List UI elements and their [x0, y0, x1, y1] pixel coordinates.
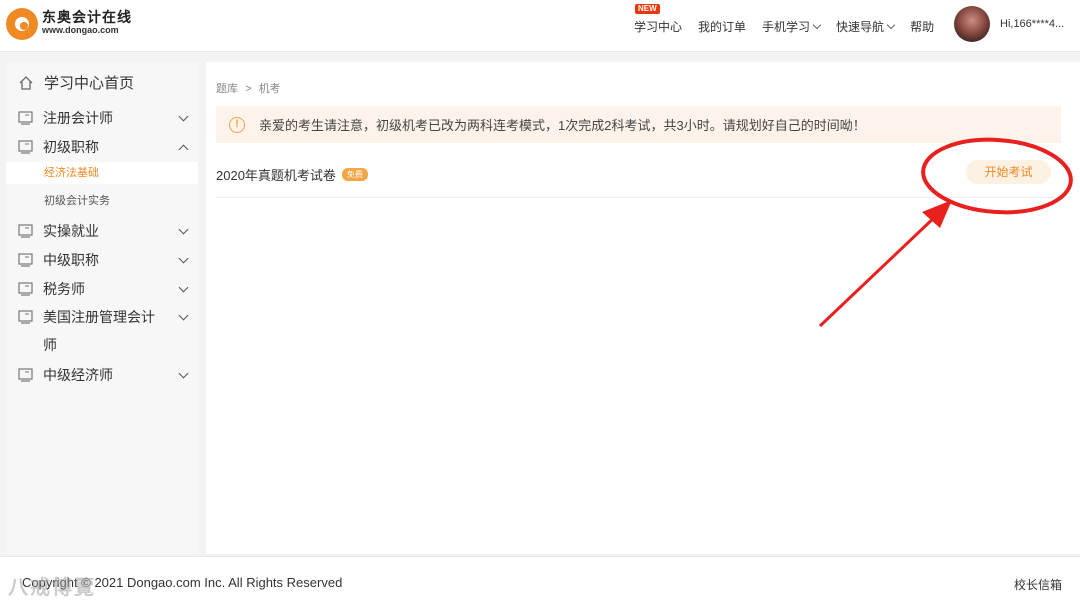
sidebar-subitem-economic-law[interactable]: 经济法基础: [6, 162, 198, 184]
free-badge: 免费: [341, 168, 368, 181]
logo-name: 东奥会计在线: [42, 9, 132, 25]
nav-study-center[interactable]: NEW 学习中心: [634, 4, 683, 35]
book-icon: [18, 310, 33, 324]
book-icon: [18, 282, 33, 296]
chevron-down-icon: [178, 253, 189, 263]
breadcrumb: 题库 > 机考: [216, 80, 285, 96]
book-icon: [18, 111, 33, 125]
principal-mailbox-link[interactable]: 校长信箱: [1014, 576, 1062, 593]
sidebar-item-tax-advisor[interactable]: 税务师: [18, 279, 193, 299]
sidebar-item-intermediate-title[interactable]: 中级职称: [18, 250, 193, 270]
sidebar-item-intermediate-economist[interactable]: 中级经济师: [18, 365, 193, 385]
main-content: 题库 > 机考 ! 亲爱的考生请注意，初级机考已改为两科连考模式，1次完成2科考…: [206, 62, 1080, 554]
book-icon: [18, 368, 33, 382]
sidebar-item-label: 初级职称: [43, 139, 99, 155]
chevron-down-icon: [178, 282, 189, 292]
nav-label: 我的订单: [698, 20, 747, 34]
home-icon: [19, 75, 33, 90]
nav-quick-navigation[interactable]: 快速导航: [836, 18, 896, 35]
nav-label: 帮助: [910, 20, 935, 34]
start-exam-button[interactable]: 开始考试: [966, 160, 1051, 184]
chevron-down-icon: [178, 111, 189, 121]
chevron-down-icon: [812, 20, 822, 30]
book-icon: [18, 140, 33, 154]
site-logo[interactable]: 东奥会计在线 www.dongao.com: [6, 8, 132, 40]
sidebar-item-label: 税务师: [43, 281, 85, 297]
breadcrumb-question-bank[interactable]: 题库: [216, 83, 238, 95]
sidebar: 学习中心首页 注册会计师 初级职称 经济法基础 初级会计实务 实操就业 中级职称…: [6, 62, 198, 554]
user-menu[interactable]: Hi,166****4...: [954, 6, 1064, 42]
warning-icon: !: [229, 116, 245, 133]
nav-label: 手机学习: [762, 20, 811, 34]
nav-my-orders[interactable]: 我的订单: [698, 18, 746, 35]
sidebar-home-label: 学习中心首页: [44, 75, 135, 92]
chevron-down-icon: [178, 310, 189, 321]
sidebar-item-practical-employment[interactable]: 实操就业: [18, 221, 193, 241]
chevron-up-icon: [178, 144, 189, 154]
notice-text: 亲爱的考生请注意，初级机考已改为两科连考模式，1次完成2科考试，共3小时。请规划…: [259, 118, 866, 133]
top-nav: NEW 学习中心 我的订单 手机学习 快速导航 帮助: [634, 4, 950, 35]
exam-title: 2020年真题机考试卷: [216, 168, 336, 183]
logo-url: www.dongao.com: [42, 25, 119, 35]
nav-mobile-study[interactable]: 手机学习: [762, 18, 822, 35]
sidebar-item-label: 注册会计师: [43, 110, 113, 126]
sidebar-item-label-wrap: 师: [43, 337, 57, 353]
book-icon: [18, 224, 33, 238]
top-header: 东奥会计在线 www.dongao.com NEW 学习中心 我的订单 手机学习…: [0, 0, 1080, 52]
sidebar-item-label: 美国注册管理会计: [43, 309, 155, 325]
nav-label: 学习中心: [634, 20, 683, 34]
sidebar-item-label: 实操就业: [43, 223, 99, 239]
sidebar-item-cpa[interactable]: 注册会计师: [18, 108, 193, 128]
new-badge: NEW: [635, 4, 660, 14]
sidebar-item-label: 中级经济师: [43, 367, 113, 383]
exam-row: 2020年真题机考试卷 免费 开始考试: [216, 152, 1061, 198]
breadcrumb-computer-exam: 机考: [258, 83, 281, 95]
chevron-down-icon: [886, 20, 896, 30]
sidebar-item-cma[interactable]: 美国注册管理会计: [18, 308, 193, 326]
sidebar-subitem-accounting-practice[interactable]: 初级会计实务: [6, 190, 198, 212]
footer: Copyright © 2021 Dongao.com Inc. All Rig…: [0, 556, 1080, 608]
chevron-down-icon: [178, 224, 189, 234]
sidebar-home[interactable]: 学习中心首页: [18, 72, 134, 93]
book-icon: [18, 253, 33, 267]
user-name[interactable]: Hi,166****4...: [1000, 18, 1064, 30]
nav-help[interactable]: 帮助: [910, 18, 934, 35]
notice-banner: ! 亲爱的考生请注意，初级机考已改为两科连考模式，1次完成2科考试，共3小时。请…: [216, 106, 1061, 143]
nav-label: 快速导航: [836, 20, 885, 34]
avatar[interactable]: [954, 6, 990, 42]
watermark: 八戒博覽: [8, 577, 96, 599]
chevron-down-icon: [178, 368, 189, 378]
sidebar-item-junior-title[interactable]: 初级职称: [18, 137, 193, 157]
breadcrumb-separator: >: [245, 83, 252, 95]
sidebar-item-label: 中级职称: [43, 252, 99, 268]
logo-icon: [6, 8, 38, 40]
